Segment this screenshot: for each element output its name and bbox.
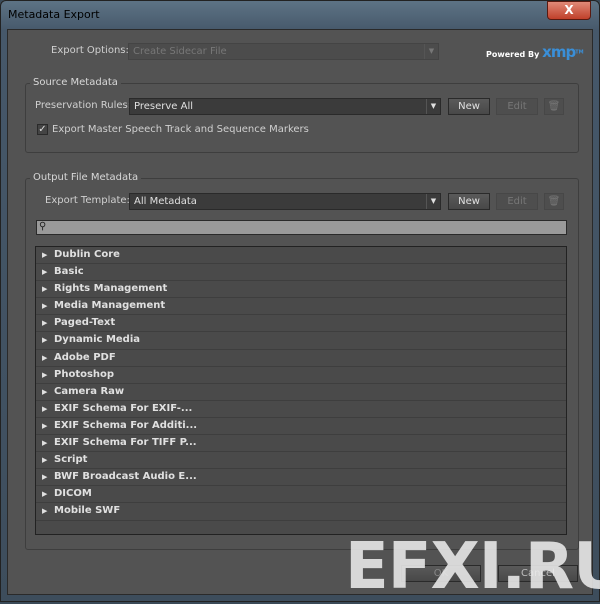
list-item[interactable]: ▶ Dynamic Media — [36, 332, 566, 350]
expand-triangle-icon[interactable]: ▶ — [42, 332, 54, 348]
new-rule-button[interactable]: New — [448, 98, 490, 115]
expand-triangle-icon[interactable]: ▶ — [42, 418, 54, 434]
edit-rule-button[interactable]: Edit — [496, 98, 538, 115]
export-template-value: All Metadata — [134, 196, 197, 207]
dialog-body: Export Options: Create Sidecar File ▼ Pow… — [7, 29, 593, 595]
export-options-value: Create Sidecar File — [133, 46, 227, 57]
preservation-rules-value: Preserve All — [134, 101, 194, 112]
preservation-rules-dropdown[interactable]: Preserve All ▼ — [129, 98, 441, 115]
expand-triangle-icon[interactable]: ▶ — [42, 281, 54, 297]
list-item[interactable]: ▶ Photoshop — [36, 367, 566, 384]
export-template-label: Export Template: — [45, 195, 130, 206]
source-metadata-title: Source Metadata — [30, 77, 121, 88]
list-item-label: Media Management — [54, 300, 166, 312]
list-item[interactable]: ▶ Adobe PDF — [36, 350, 566, 367]
list-item[interactable]: ▶ Rights Management — [36, 281, 566, 299]
list-item-label: EXIF Schema For Additi... — [54, 419, 198, 431]
expand-triangle-icon[interactable]: ▶ — [42, 367, 54, 383]
expand-triangle-icon[interactable]: ▶ — [42, 452, 54, 468]
speech-markers-checkbox[interactable]: ✓ — [37, 124, 48, 135]
list-item[interactable]: ▶ Dublin Core — [36, 247, 566, 265]
list-item-label: Dublin Core — [54, 249, 120, 260]
expand-triangle-icon[interactable]: ▶ — [42, 401, 54, 417]
list-item[interactable]: ▶ Media Management — [36, 298, 566, 316]
list-item-label: Script — [54, 454, 88, 466]
list-item[interactable]: ▶ Mobile SWF — [36, 503, 566, 521]
preservation-rules-label: Preservation Rules: — [35, 100, 132, 111]
expand-triangle-icon[interactable]: ▶ — [42, 350, 54, 366]
chevron-down-icon: ▼ — [424, 44, 438, 59]
expand-triangle-icon[interactable]: ▶ — [42, 384, 54, 400]
expand-triangle-icon[interactable]: ▶ — [42, 469, 54, 485]
expand-triangle-icon[interactable]: ▶ — [42, 298, 54, 314]
expand-triangle-icon[interactable]: ▶ — [42, 435, 54, 451]
expand-triangle-icon[interactable]: ▶ — [42, 503, 54, 519]
list-item-label: BWF Broadcast Audio E... — [54, 471, 197, 483]
list-item-label: EXIF Schema For EXIF-... — [54, 402, 193, 414]
list-item-label: Camera Raw — [54, 385, 125, 397]
window-title: Metadata Export — [8, 8, 100, 21]
expand-triangle-icon[interactable]: ▶ — [42, 247, 54, 263]
list-item-label: Paged-Text — [54, 317, 116, 329]
xmp-logo: Powered By xmpTM — [486, 43, 584, 61]
source-metadata-group: Source Metadata Preservation Rules: Pres… — [25, 77, 579, 153]
list-item-label: Mobile SWF — [54, 505, 121, 517]
dialog-window: Metadata Export X Export Options: Create… — [0, 0, 600, 602]
export-template-dropdown[interactable]: All Metadata ▼ — [129, 193, 441, 210]
list-item[interactable]: ▶ EXIF Schema For TIFF P... — [36, 435, 566, 453]
search-icon: ⚲ — [39, 221, 47, 232]
expand-triangle-icon[interactable]: ▶ — [42, 264, 54, 280]
chevron-down-icon: ▼ — [426, 194, 440, 209]
speech-markers-label: Export Master Speech Track and Sequence … — [52, 124, 309, 135]
list-item[interactable]: ▶ BWF Broadcast Audio E... — [36, 469, 566, 487]
list-item[interactable]: ▶ Camera Raw — [36, 384, 566, 401]
export-options-label: Export Options: — [51, 45, 129, 56]
output-metadata-title: Output File Metadata — [30, 172, 142, 183]
list-item-label: Photoshop — [54, 368, 115, 380]
chevron-down-icon: ▼ — [426, 99, 440, 114]
list-item[interactable]: ▶ Script — [36, 452, 566, 470]
list-item-label: Basic — [54, 266, 84, 278]
list-item-label: Rights Management — [54, 283, 168, 295]
list-item-label: EXIF Schema For TIFF P... — [54, 437, 197, 449]
list-item[interactable]: ▶ Paged-Text — [36, 315, 566, 333]
search-input[interactable]: ⚲ — [36, 220, 567, 235]
expand-triangle-icon[interactable]: ▶ — [42, 486, 54, 502]
trash-icon[interactable]: 🗑 — [544, 193, 564, 210]
list-item-label: DICOM — [54, 488, 92, 500]
trash-icon[interactable]: 🗑 — [544, 98, 564, 115]
list-item[interactable]: ▶ EXIF Schema For Additi... — [36, 418, 566, 436]
new-template-button[interactable]: New — [448, 193, 490, 210]
close-button[interactable]: X — [547, 1, 591, 20]
edit-template-button[interactable]: Edit — [496, 193, 538, 210]
list-item[interactable]: ▶ EXIF Schema For EXIF-... — [36, 401, 566, 418]
metadata-schema-list: ▶ Dublin Core ▶ Basic ▶ Rights Management ▶ Med… — [35, 246, 567, 535]
list-item[interactable]: ▶ Basic — [36, 264, 566, 282]
watermark: EFXI.RU — [345, 530, 600, 604]
expand-triangle-icon[interactable]: ▶ — [42, 315, 54, 331]
list-item-label: Dynamic Media — [54, 334, 141, 346]
list-item[interactable]: ▶ DICOM — [36, 486, 566, 504]
export-options-dropdown: Create Sidecar File ▼ — [128, 43, 439, 60]
list-item-label: Adobe PDF — [54, 351, 116, 363]
